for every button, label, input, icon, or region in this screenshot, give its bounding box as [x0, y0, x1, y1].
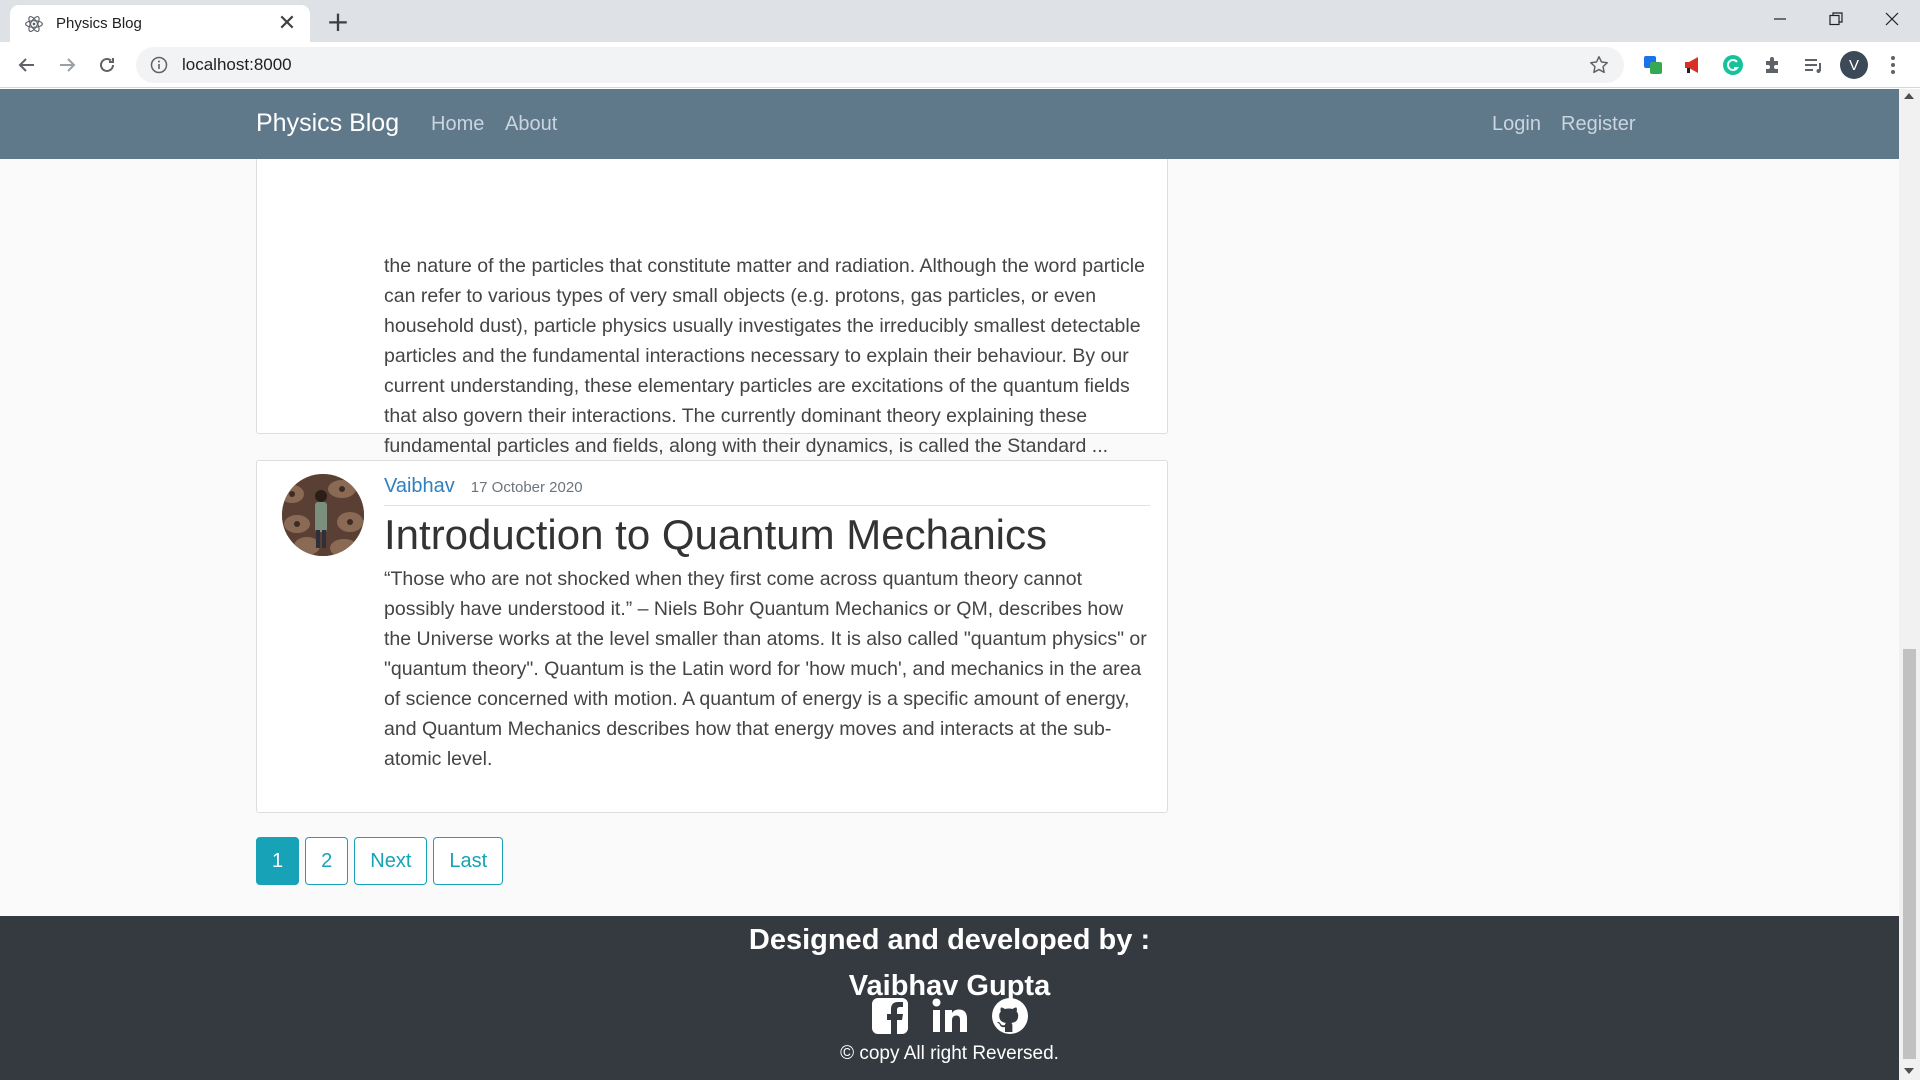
arrow-left-icon: [18, 58, 34, 72]
footer-copyright: © copy All right Reversed.: [840, 1043, 1059, 1064]
footer-heading: Designed and developed by :: [748, 924, 1151, 956]
tab-title: Physics Blog: [56, 15, 142, 32]
new-tab-button[interactable]: +: [323, 8, 353, 38]
page-scrollbar[interactable]: [1899, 89, 1920, 1080]
window-controls: [1752, 0, 1920, 38]
site-brand[interactable]: Physics Blog: [256, 109, 399, 138]
forward-button[interactable]: [52, 50, 82, 80]
atom-favicon-icon: [25, 15, 43, 32]
nav-link-about[interactable]: About: [505, 113, 557, 136]
browser-toolbar: localhost:8000 V: [0, 42, 1920, 88]
post-card: Vaibhav 17 October 2020 Introduction to …: [256, 460, 1168, 813]
author-avatar[interactable]: [282, 474, 364, 556]
reload-button[interactable]: [92, 50, 122, 80]
kebab-menu-icon: [1891, 56, 1895, 74]
social-links: [0, 996, 1899, 1036]
scroll-up-icon[interactable]: [1904, 93, 1914, 99]
post-meta: Vaibhav 17 October 2020: [384, 475, 1150, 506]
extensions-button[interactable]: [1760, 52, 1786, 78]
linkedin-icon[interactable]: [930, 996, 970, 1036]
nav-link-home[interactable]: Home: [431, 113, 484, 136]
site-footer: Designed and developed by : Vaibhav Gupt…: [0, 916, 1899, 1080]
restore-icon: [1829, 12, 1843, 26]
url-text[interactable]: localhost:8000: [182, 55, 1588, 75]
browser-tabstrip: Physics Blog ✕ +: [0, 0, 1920, 42]
browser-tab[interactable]: Physics Blog ✕: [10, 5, 310, 42]
facebook-icon[interactable]: [870, 996, 910, 1036]
arrow-right-icon: [60, 58, 76, 72]
last-page-button[interactable]: Last: [433, 837, 504, 885]
page-button-2[interactable]: 2: [305, 837, 349, 885]
post-excerpt: “Those who are not shocked when they fir…: [384, 568, 1147, 770]
minimize-button[interactable]: [1752, 0, 1808, 38]
translate-extension-icon[interactable]: [1640, 52, 1666, 78]
info-icon[interactable]: [150, 56, 168, 74]
post-excerpt: the nature of the particles that constit…: [384, 255, 1145, 457]
tab-close-icon[interactable]: ✕: [276, 12, 298, 35]
address-bar[interactable]: localhost:8000: [136, 47, 1624, 83]
megaphone-icon: [1685, 57, 1698, 73]
back-button[interactable]: [12, 50, 42, 80]
browser-menu-button[interactable]: [1880, 52, 1906, 78]
nav-link-register[interactable]: Register: [1561, 113, 1635, 136]
bookmark-star-icon[interactable]: [1588, 54, 1610, 76]
scroll-thumb[interactable]: [1903, 649, 1916, 1059]
site-navbar: Physics Blog Home About Login Register: [0, 89, 1899, 159]
translate-icon: [1644, 56, 1662, 74]
megaphone-extension-icon[interactable]: [1680, 52, 1706, 78]
github-icon[interactable]: [990, 996, 1030, 1036]
playlist-icon: [1805, 59, 1821, 73]
grammarly-extension-icon[interactable]: [1720, 52, 1746, 78]
profile-button[interactable]: V: [1839, 50, 1869, 80]
grammarly-icon: [1723, 55, 1743, 75]
post-title-link[interactable]: Introduction to Quantum Mechanics: [384, 511, 1047, 559]
close-icon: [1885, 12, 1899, 26]
page-viewport: Physics Blog Home About Login Register t…: [0, 89, 1899, 1080]
scroll-down-icon[interactable]: [1904, 1068, 1914, 1074]
puzzle-icon: [1766, 57, 1778, 73]
reading-list-button[interactable]: [1800, 52, 1826, 78]
post-author-link[interactable]: Vaibhav: [384, 475, 455, 498]
next-page-button[interactable]: Next: [354, 837, 428, 885]
nav-link-login[interactable]: Login: [1492, 113, 1541, 136]
author-photo: [282, 474, 364, 556]
reload-icon: [100, 57, 114, 72]
restore-button[interactable]: [1808, 0, 1864, 38]
page-button-1[interactable]: 1: [256, 837, 300, 885]
pagination: 1 2 Next Last: [256, 837, 504, 885]
post-date: 17 October 2020: [470, 479, 583, 496]
close-window-button[interactable]: [1864, 0, 1920, 38]
profile-avatar: V: [1840, 51, 1868, 79]
minimize-icon: [1774, 18, 1786, 20]
